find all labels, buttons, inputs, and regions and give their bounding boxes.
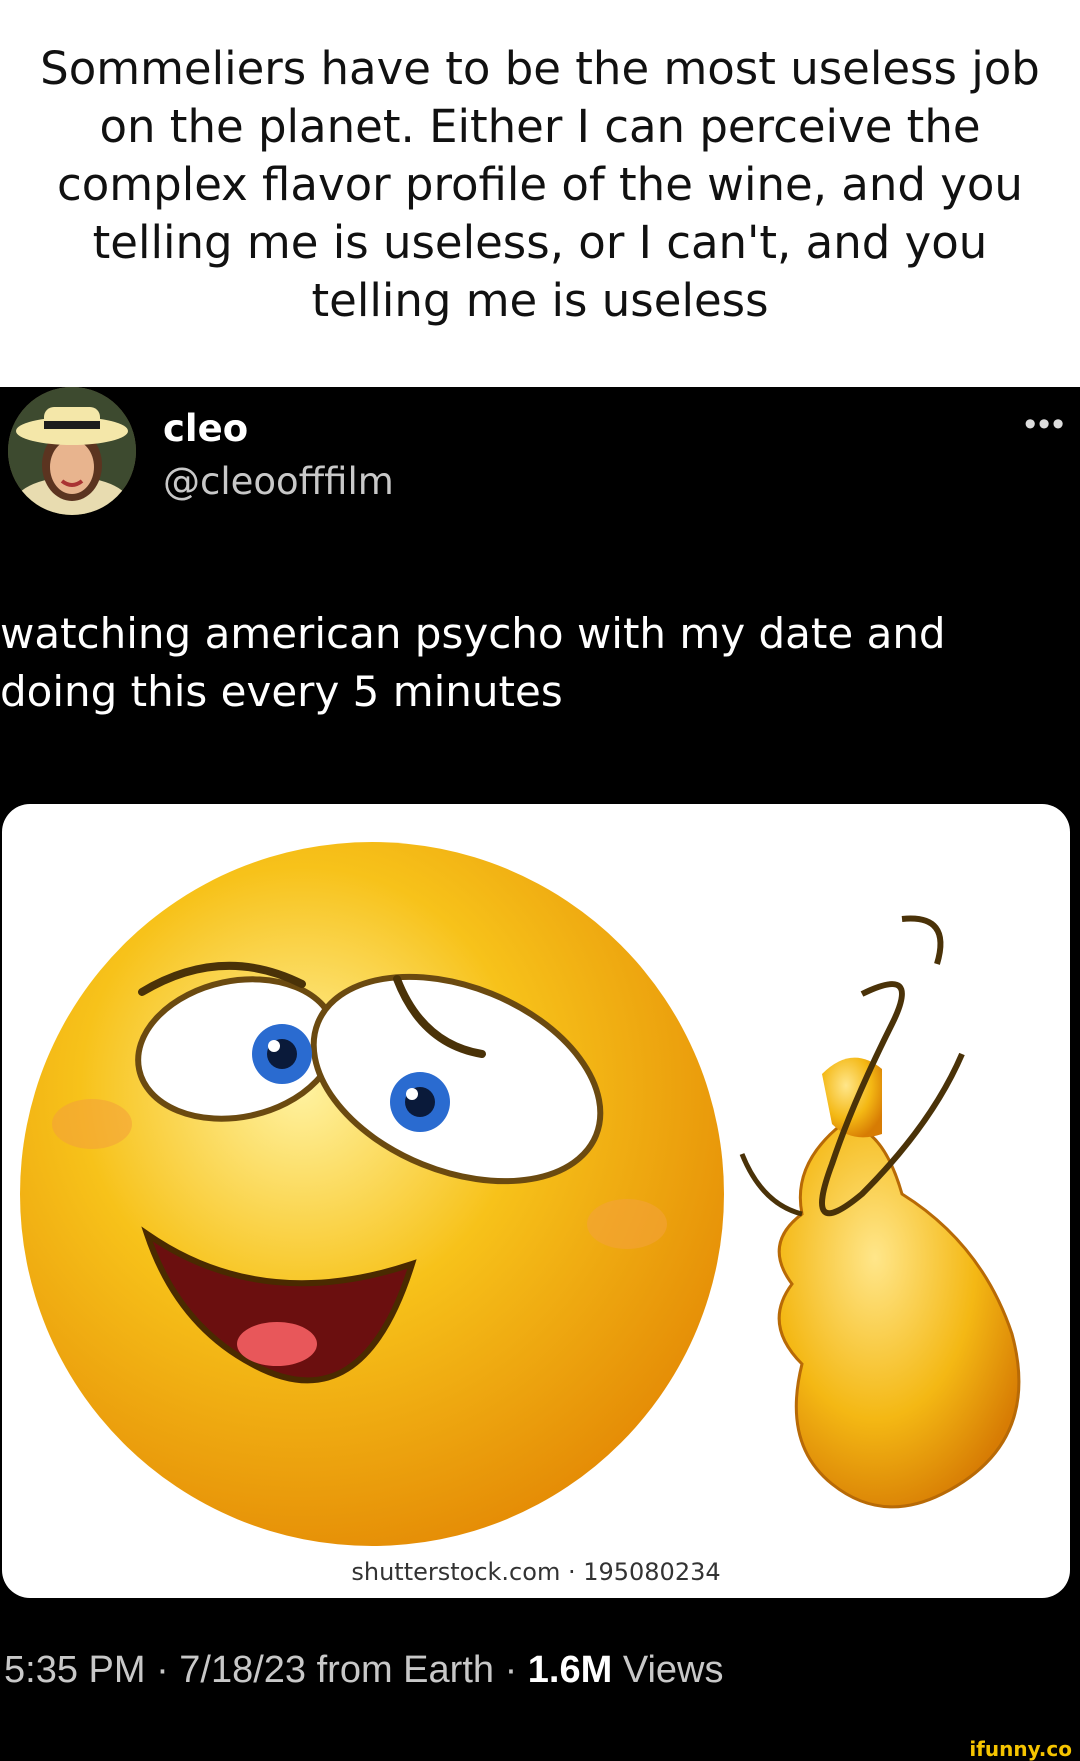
meme-caption: Sommeliers have to be the most useless j… [40, 42, 1040, 327]
site-watermark[interactable]: ifunny.co [969, 1738, 1072, 1761]
crazy-face-emoji-icon [20, 842, 1021, 1546]
image-watermark: shutterstock.com · 195080234 [351, 1558, 721, 1586]
tweet-text: watching american psycho with my date an… [0, 609, 946, 716]
more-options-icon[interactable]: ••• [1024, 405, 1066, 444]
footer-bar [0, 1738, 1080, 1761]
author-handle[interactable]: @cleoofffilm [163, 460, 394, 503]
views-count: 1.6M [527, 1649, 613, 1691]
meme-caption-area: Sommeliers have to be the most useless j… [0, 0, 1080, 387]
tweet-card: cleo @cleoofffilm ••• watching american … [0, 387, 1080, 1738]
avatar-photo-icon [8, 387, 136, 515]
views-label: Views [612, 1649, 724, 1691]
tweet-meta: 5:35 PM · 7/18/23 from Earth · 1.6M View… [4, 1649, 724, 1692]
tweet-image[interactable]: shutterstock.com · 195080234 [2, 804, 1070, 1598]
author-name[interactable]: cleo [163, 407, 248, 450]
tweet-timestamp: 5:35 PM · 7/18/23 from Earth · [4, 1649, 528, 1691]
avatar[interactable] [8, 387, 136, 515]
